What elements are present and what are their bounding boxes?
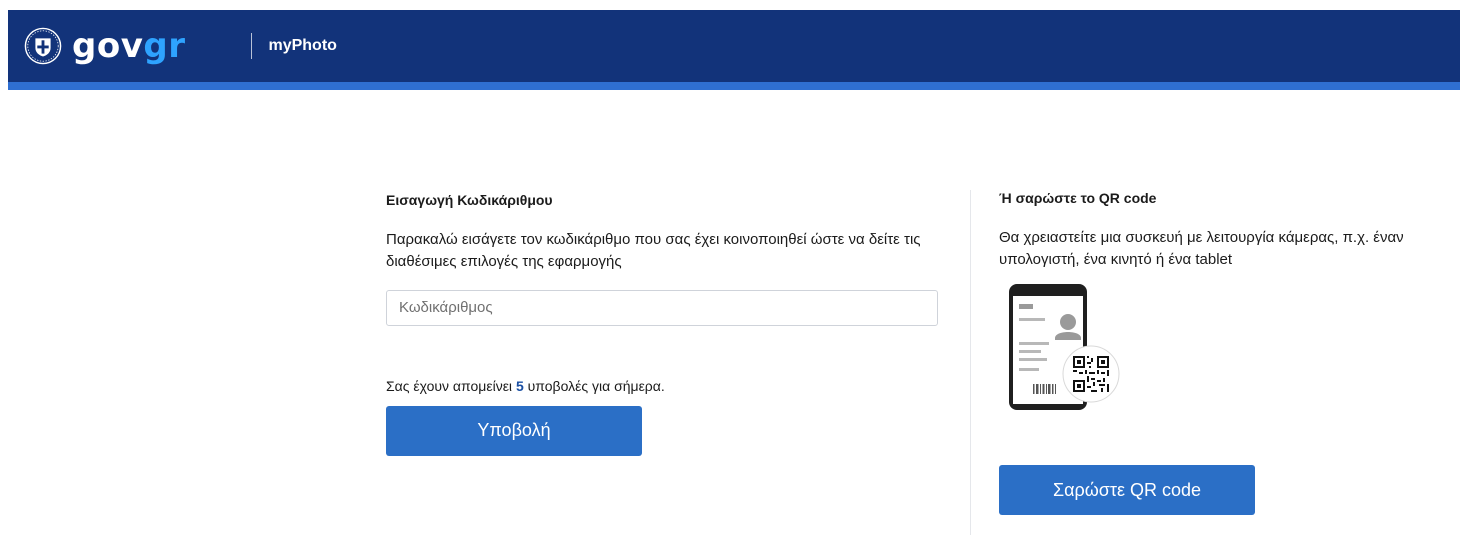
code-entry-description: Παρακαλώ εισάγετε τον κωδικάριθμο που σα… (386, 230, 921, 271)
remaining-prefix: Σας έχουν απομείνει (386, 377, 516, 394)
remaining-submissions: Σας έχουν απομείνει 5 υποβολές για σήμερ… (386, 378, 946, 394)
brand-wordmark: govgr (72, 29, 185, 63)
qr-section: Ή σαρώστε το QR code Θα χρειαστείτε μια … (970, 190, 1460, 535)
brand-prefix: gov (72, 26, 144, 66)
submit-button[interactable]: Υποβολή (386, 405, 642, 456)
greek-emblem-icon (24, 27, 62, 65)
remaining-count: 5 (515, 377, 524, 394)
code-entry-section: Εισαγωγή Κωδικάριθμου Παρακαλώ εισάγετε … (386, 192, 946, 456)
code-input[interactable] (386, 289, 938, 326)
phone-id-card-icon (1009, 284, 1120, 410)
header-stripe (8, 82, 1460, 90)
qr-description: Θα χρειαστείτε μια συσκευή με λειτουργία… (999, 228, 1404, 269)
remaining-suffix: υποβολές για σήμερα. (523, 377, 665, 394)
brand-suffix: gr (143, 26, 186, 66)
qr-title: Ή σαρώστε το QR code (999, 190, 1157, 206)
brand-logo[interactable]: govgr (24, 27, 185, 65)
code-entry-title: Εισαγωγή Κωδικάριθμου (386, 192, 553, 208)
top-header: govgr myPhoto (8, 10, 1460, 82)
header-divider (251, 33, 253, 59)
scan-qr-button[interactable]: Σαρώστε QR code (999, 465, 1255, 515)
main-content: Εισαγωγή Κωδικάριθμου Παρακαλώ εισάγετε … (0, 90, 1460, 535)
app-title[interactable]: myPhoto (268, 38, 336, 54)
